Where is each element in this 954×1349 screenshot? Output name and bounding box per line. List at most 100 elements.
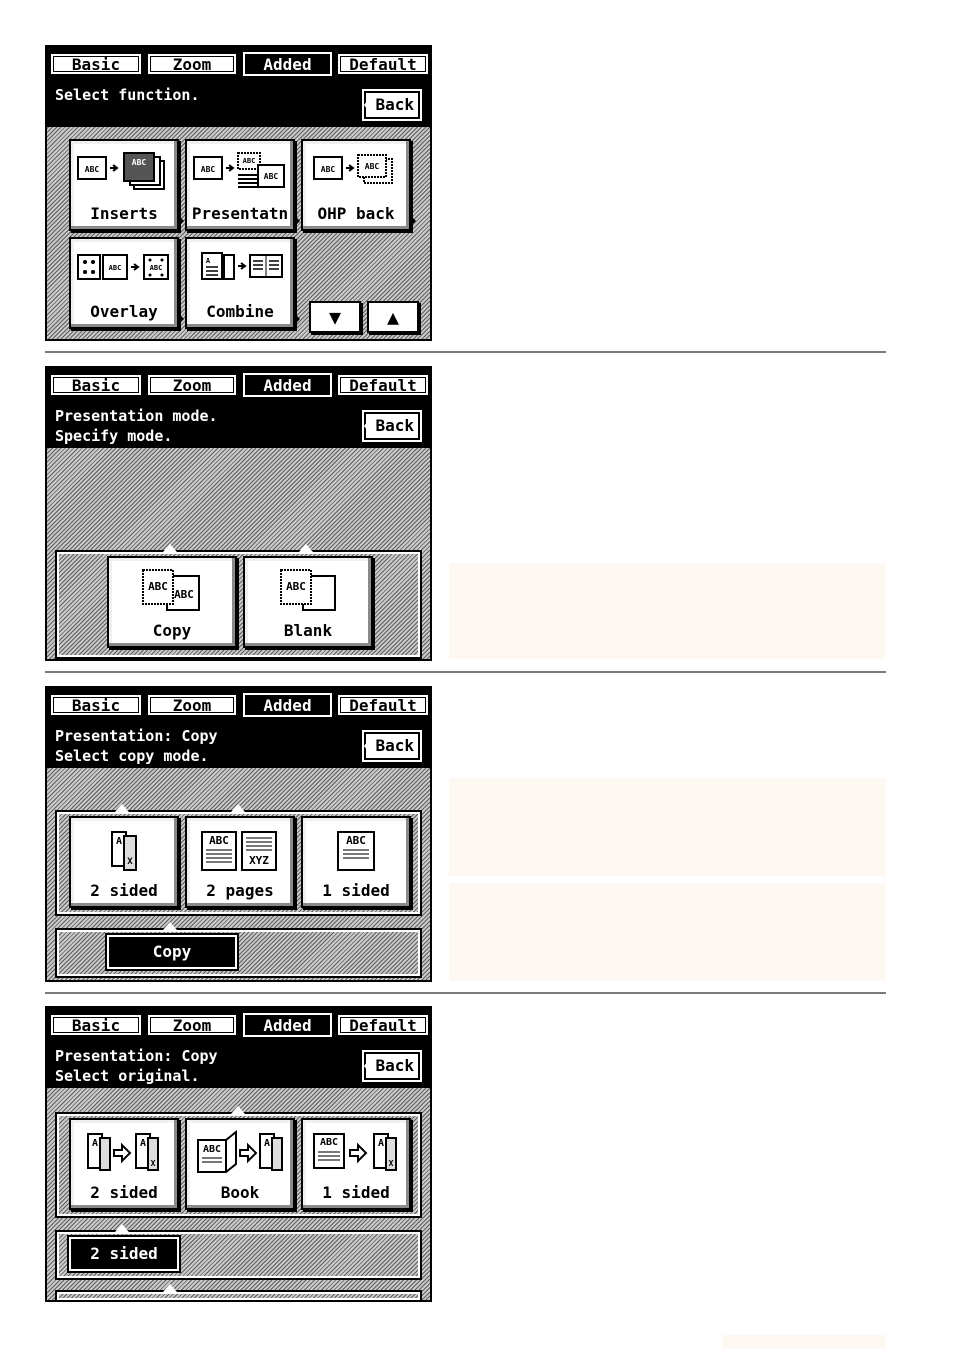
tab-added[interactable]: Added [243,373,332,397]
message-text: Presentation: Copy Select copy mode. [55,726,218,766]
back-button[interactable]: Back [364,1052,420,1080]
two-sided-original-button[interactable]: A A X 2 sided [69,1118,179,1210]
scroll-down-button[interactable]: ▼ [309,301,361,333]
pointer-icon [115,804,129,812]
tab-basic[interactable]: Basic [49,1013,143,1037]
tab-bar: Basic Zoom Added Default [47,47,430,79]
two-sided-icon: AX [71,828,177,872]
one-sided-original-button[interactable]: ABC A X 1 sided [301,1118,411,1210]
one-sided-original-icon: ABC A X [303,1130,409,1174]
tab-bar: Basic Zoom Added Default [47,368,430,400]
screen-presentation-mode: Basic Zoom Added Default Presentation mo… [45,366,432,661]
scroll-up-button[interactable]: ▲ [367,301,419,333]
tab-default[interactable]: Default [336,373,430,397]
tab-basic[interactable]: Basic [49,373,143,397]
screen-copy-mode: Basic Zoom Added Default Presentation: C… [45,686,432,982]
svg-text:ABC: ABC [148,580,168,593]
back-button[interactable]: Back [364,91,420,119]
message-bar: Select function. Back [47,79,430,127]
pointer-icon [299,544,313,552]
pointer-icon [163,544,177,552]
message-line-1: Presentation: Copy [55,727,218,745]
svg-text:A: A [92,1138,98,1149]
two-sided-button[interactable]: AX 2 sided [69,816,179,908]
svg-text:ABC: ABC [209,834,229,847]
divider [45,992,886,994]
tab-default[interactable]: Default [336,1013,430,1037]
copy-mode-button[interactable]: ABC ABC Copy [107,556,237,648]
book-original-button[interactable]: ABC A Book [185,1118,295,1210]
svg-text:ABC: ABC [243,157,256,165]
message-bar: Presentation mode. Specify mode. Back [47,400,430,448]
tab-zoom[interactable]: Zoom [146,52,238,76]
note-box [449,563,886,659]
submenu-arrow-icon [410,215,416,227]
one-sided-icon: ABC [303,828,409,872]
note-box [449,883,886,981]
inserts-label: Inserts [90,204,158,223]
svg-text:X: X [151,1159,156,1168]
overlay-button[interactable]: ABC ABC Overlay [69,237,184,329]
presentation-icon: ABC ABC ABC [187,151,293,193]
tab-default[interactable]: Default [336,693,430,717]
divider [45,671,886,673]
one-sided-button[interactable]: ABC 1 sided [301,816,411,908]
tab-added[interactable]: Added [243,52,332,76]
svg-text:A: A [116,836,122,847]
svg-text:ABC: ABC [132,158,147,167]
message-bar: Presentation: Copy Select copy mode. Bac… [47,720,430,768]
pointer-icon [115,1224,129,1232]
screen-select-original: Basic Zoom Added Default Presentation: C… [45,1006,432,1302]
message-line-1: Presentation: Copy [55,1047,218,1065]
inserts-button[interactable]: ABC ABC Inserts [69,139,184,231]
svg-text:ABC: ABC [286,580,306,593]
copy-mode-label: Copy [152,621,192,640]
tab-added[interactable]: Added [243,1013,332,1037]
submenu-arrow-icon [294,313,300,325]
book-original-label: Book [220,1183,260,1202]
two-pages-button[interactable]: ABC XYZ 2 pages [185,816,295,908]
presentation-button[interactable]: ABC ABC ABC Presentatn [185,139,300,231]
tab-basic[interactable]: Basic [49,693,143,717]
message-text: Presentation: Copy Select original. [55,1046,218,1086]
back-button[interactable]: Back [364,732,420,760]
svg-text:X: X [127,857,133,867]
svg-text:A: A [140,1138,146,1149]
tab-basic[interactable]: Basic [49,52,143,76]
svg-text:ABC: ABC [174,588,194,601]
svg-text:ABC: ABC [203,1144,221,1155]
tab-default[interactable]: Default [336,52,430,76]
overlay-label: Overlay [90,302,158,321]
one-sided-original-label: 1 sided [322,1183,390,1202]
submenu-arrow-icon [294,215,300,227]
blank-mode-label: Blank [283,621,333,640]
svg-text:ABC: ABC [365,162,380,171]
divider [45,351,886,353]
message-text: Presentation mode. Specify mode. [55,406,218,446]
note-box [449,778,886,876]
message-line-2: Select original. [55,1067,200,1085]
blank-mode-button[interactable]: ABC Blank [243,556,373,648]
ohp-back-label: OHP back [317,204,395,223]
overlay-icon: ABC ABC [71,249,177,291]
message-line-1: Presentation mode. [55,407,218,425]
message-line-2: Select copy mode. [55,747,209,765]
tab-added[interactable]: Added [243,693,332,717]
tab-zoom[interactable]: Zoom [146,1013,238,1037]
selected-mode-display: Copy [107,935,237,969]
combine-button[interactable]: A Combine [185,237,300,329]
tab-zoom[interactable]: Zoom [146,373,238,397]
svg-text:ABC: ABC [320,1137,338,1148]
svg-text:XYZ: XYZ [249,854,269,867]
svg-text:X: X [389,1159,394,1168]
next-frame [55,1290,422,1302]
pointer-icon [231,1106,245,1114]
combine-label: Combine [206,302,274,321]
ohp-back-button[interactable]: ABC ABC OHP back [301,139,416,231]
tab-zoom[interactable]: Zoom [146,693,238,717]
back-button[interactable]: Back [364,412,420,440]
one-sided-label: 1 sided [322,881,390,900]
presentation-label: Presentatn [191,204,289,223]
message-text: Select function. [55,86,200,104]
message-line-2: Specify mode. [55,427,173,445]
